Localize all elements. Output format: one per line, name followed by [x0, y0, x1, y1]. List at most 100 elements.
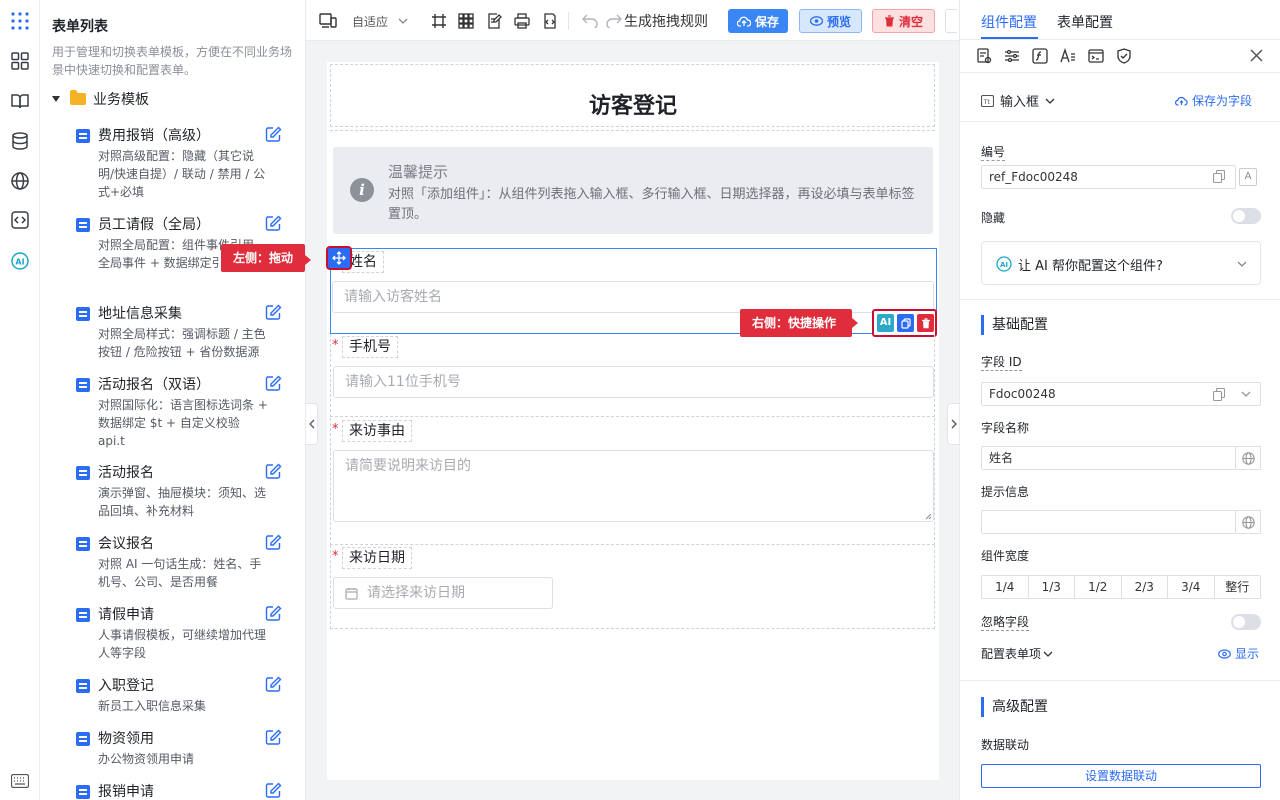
code-icon[interactable]	[9, 209, 31, 231]
globe-icon[interactable]	[1236, 446, 1261, 470]
sliders-icon[interactable]	[1004, 48, 1020, 64]
edit-icon[interactable]	[265, 534, 283, 552]
width-option[interactable]: 整行	[1215, 576, 1261, 598]
field-reason-block[interactable]: * 来访事由 请简要说明来访目的	[330, 418, 935, 545]
config-items-toggle[interactable]: 配置表单项	[981, 645, 1053, 662]
number-input[interactable]: ref_Fdoc00248	[981, 165, 1236, 189]
tab-form-config[interactable]: 表单配置	[1057, 12, 1113, 32]
resize-grip-icon[interactable]	[925, 513, 932, 520]
edit-icon[interactable]	[265, 463, 283, 481]
adapt-label: 自适应	[352, 14, 389, 29]
globe-icon[interactable]	[1236, 510, 1261, 534]
width-option[interactable]: 3/4	[1168, 576, 1215, 598]
globe-icon[interactable]	[9, 170, 31, 192]
grid-dots-icon[interactable]	[9, 10, 31, 32]
drag-handle-icon[interactable]	[328, 248, 350, 268]
set-linkage-button[interactable]: 设置数据联动	[981, 764, 1261, 788]
collapse-right-button[interactable]	[947, 403, 959, 445]
edit-icon[interactable]	[265, 375, 283, 393]
terminal-icon[interactable]	[1088, 48, 1104, 64]
print-icon[interactable]	[514, 11, 530, 31]
tab-component-config[interactable]: 组件配置	[981, 12, 1037, 32]
required-mark: *	[332, 422, 339, 437]
preview-button[interactable]: 预览	[799, 9, 862, 33]
code-file-icon[interactable]	[542, 11, 558, 31]
collapse-left-button[interactable]	[306, 403, 318, 445]
item-desc: 演示弹窗、抽屉模块：须知、选品回填、补充材料	[98, 486, 267, 518]
quick-actions: AI	[872, 309, 937, 337]
icon-rail: AI	[0, 0, 40, 800]
show-link[interactable]: 显示	[1218, 645, 1259, 662]
keyboard-icon[interactable]	[9, 770, 31, 792]
width-option[interactable]: 1/3	[1029, 576, 1075, 598]
edit-doc-icon[interactable]	[486, 11, 502, 31]
document-icon	[76, 785, 90, 799]
component-type-select[interactable]: Tt 输入框	[981, 91, 1055, 110]
edit-icon[interactable]	[265, 126, 283, 144]
generate-drag-rule[interactable]: 生成拖拽规则	[624, 11, 708, 31]
overflow-button[interactable]	[945, 9, 957, 33]
linkage-label: 数据联动	[981, 738, 1030, 752]
hidden-toggle[interactable]	[1231, 208, 1261, 224]
grid-icon[interactable]	[458, 11, 474, 31]
text-style-icon[interactable]	[1060, 48, 1076, 64]
shield-icon[interactable]	[1116, 48, 1132, 64]
ai-icon[interactable]: AI	[9, 250, 31, 272]
document-icon	[76, 218, 90, 232]
document-icon	[76, 608, 90, 622]
width-option[interactable]: 1/2	[1075, 576, 1122, 598]
redo-icon[interactable]	[606, 11, 622, 31]
form-props-icon[interactable]	[976, 48, 992, 64]
visit-date-picker[interactable]: 请选择来访日期	[333, 577, 553, 609]
clear-button[interactable]: 清空	[872, 9, 935, 33]
chevron-down-icon[interactable]	[1241, 391, 1251, 397]
phone-input[interactable]: 请输入11位手机号	[333, 366, 934, 398]
save-as-field-link[interactable]: 保存为字段	[1175, 92, 1252, 109]
font-toggle-icon[interactable]: A	[1239, 168, 1257, 186]
width-option[interactable]: 2/3	[1122, 576, 1168, 598]
caret-down-icon[interactable]	[52, 96, 60, 102]
eye-icon	[1218, 648, 1231, 659]
edit-icon[interactable]	[265, 215, 283, 233]
copy-icon[interactable]	[1213, 388, 1225, 401]
hint-input[interactable]	[981, 510, 1236, 534]
field-name-input[interactable]: 姓名	[981, 446, 1236, 470]
book-icon[interactable]	[9, 90, 31, 112]
ignore-field-toggle[interactable]	[1231, 614, 1261, 630]
field-id-label: 字段 ID	[981, 355, 1022, 371]
document-icon	[76, 466, 90, 480]
database-icon[interactable]	[9, 130, 31, 152]
delete-icon[interactable]	[917, 314, 934, 332]
save-button[interactable]: 保存	[728, 9, 788, 33]
copy-icon[interactable]	[1213, 170, 1225, 183]
close-icon[interactable]	[1250, 49, 1263, 62]
edit-icon[interactable]	[265, 782, 283, 800]
function-icon[interactable]	[1032, 48, 1048, 64]
copy-icon[interactable]	[897, 314, 914, 332]
width-option[interactable]: 1/4	[982, 576, 1029, 598]
edit-icon[interactable]	[265, 676, 283, 694]
undo-icon[interactable]	[582, 11, 598, 31]
edit-icon[interactable]	[265, 605, 283, 623]
ai-assist-button[interactable]: AI	[877, 314, 894, 332]
edit-icon[interactable]	[265, 304, 283, 322]
basic-config-heading: 基础配置	[981, 315, 1048, 335]
document-icon	[76, 679, 90, 693]
item-title: 报销申请	[98, 784, 154, 800]
field-phone-block[interactable]: * 手机号 请输入11位手机号	[330, 334, 935, 417]
frame-icon[interactable]	[431, 11, 447, 31]
item-title: 物资领用	[98, 731, 154, 747]
field-date-block[interactable]: * 来访日期 请选择来访日期	[330, 545, 935, 629]
svg-text:AI: AI	[15, 258, 24, 267]
width-segmented: 1/4 1/3 1/2 2/3 3/4 整行	[981, 575, 1261, 599]
document-icon	[76, 307, 90, 321]
adapt-select[interactable]: 自适应	[352, 11, 408, 31]
ai-help-box[interactable]: AI 让 AI 帮你配置这个组件?	[981, 241, 1261, 285]
item-title: 活动报名（双语）	[98, 377, 210, 393]
edit-icon[interactable]	[265, 729, 283, 747]
device-icon[interactable]	[319, 11, 337, 31]
reason-textarea[interactable]: 请简要说明来访目的	[333, 450, 934, 522]
components-icon[interactable]	[9, 50, 31, 72]
group-business-templates[interactable]: 业务模板	[52, 89, 149, 109]
required-mark: *	[332, 549, 339, 564]
